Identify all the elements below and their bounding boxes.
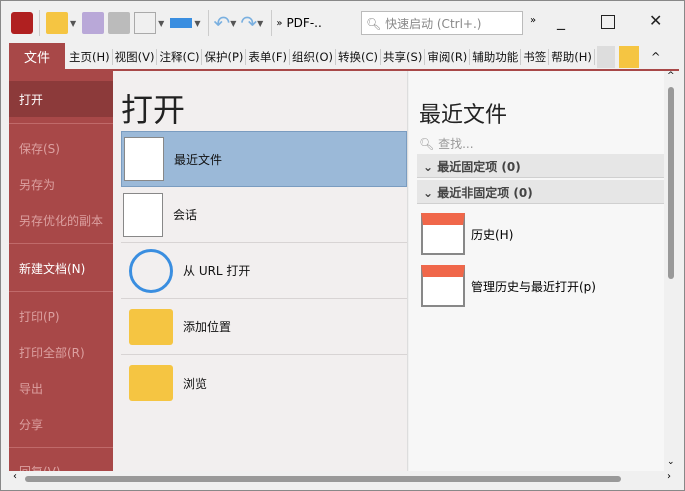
history-item[interactable]: 历史(H) [419, 211, 513, 257]
sidebar-item-save[interactable]: 保存(S) [9, 140, 113, 157]
maximize-button[interactable] [601, 15, 615, 29]
tab-organize[interactable]: 组织(O) [290, 48, 337, 65]
sidebar-item-share[interactable]: 分享 [9, 416, 113, 433]
tab-home[interactable]: 主页(H) [67, 48, 113, 65]
recent-files-title: 最近文件 [419, 103, 508, 128]
globe-link-icon [129, 248, 173, 293]
redo-icon[interactable]: ↷ [240, 11, 257, 35]
find-folder-icon[interactable] [618, 45, 639, 68]
calendar-icon [421, 213, 465, 255]
sidebar-item-reply[interactable]: 回复(V) [9, 463, 113, 471]
tab-protect[interactable]: 保护(P) [202, 48, 247, 65]
tab-form[interactable]: 表单(F) [246, 48, 290, 65]
file-sidebar: 打开 保存(S) 另存为 另存优化的副本 新建文档(N) 打印(P) 打印全部(… [9, 71, 113, 471]
collapse-ribbon-icon[interactable]: ^ [651, 50, 661, 64]
quick-launch-input[interactable]: 🔍︎ 快速启动 (Ctrl+.) [361, 11, 523, 35]
unpinned-group[interactable]: ⌄ 最近非固定项 (0) [417, 180, 664, 204]
add-location[interactable]: 添加位置 [121, 299, 407, 355]
recent-search-input[interactable]: 🔍︎ 查找... [419, 135, 474, 152]
sidebar-item-print[interactable]: 打印(P) [9, 308, 113, 325]
sidebar-item-open[interactable]: 打开 [9, 91, 113, 108]
open-folder-icon[interactable] [46, 12, 68, 34]
open-recent-files[interactable]: 最近文件 [121, 131, 407, 187]
print-icon[interactable] [108, 12, 131, 34]
sidebar-item-save-optimized[interactable]: 另存优化的副本 [9, 212, 113, 229]
sidebar-item-print-all[interactable]: 打印全部(R) [9, 344, 113, 361]
toolbar-overflow-icon[interactable]: » [530, 15, 536, 26]
close-button[interactable]: ✕ [649, 11, 662, 30]
app-logo-icon [11, 12, 33, 34]
recent-files-panel: 最近文件 🔍︎ 查找... ⌄ 最近固定项 (0) ⌄ 最近非固定项 (0) 历… [409, 71, 664, 471]
tab-help[interactable]: 帮助(H) [549, 48, 595, 65]
recent-files-icon [124, 137, 164, 181]
page-title: 打开 [121, 91, 186, 129]
minimize-button[interactable]: _ [557, 11, 565, 30]
search-icon: 🔍︎ [366, 17, 382, 31]
open-session[interactable]: 会话 [121, 187, 407, 243]
save-icon[interactable] [82, 12, 105, 34]
undo-icon[interactable]: ↶ [213, 11, 230, 35]
sidebar-item-export[interactable]: 导出 [9, 380, 113, 397]
tab-bookmarks[interactable]: 书签 [521, 48, 550, 65]
tab-share[interactable]: 共享(S) [381, 48, 426, 65]
pinned-group[interactable]: ⌄ 最近固定项 (0) [417, 154, 664, 178]
browse[interactable]: 浏览 [121, 355, 407, 411]
tab-accessibility[interactable]: 辅助功能 [470, 48, 522, 65]
ribbon-tabs: 文件 主页(H) 视图(V) 注释(C) 保护(P) 表单(F) 组织(O) 转… [9, 43, 661, 70]
session-icon [123, 192, 163, 237]
tab-convert[interactable]: 转换(C) [336, 48, 382, 65]
calendar-gear-icon [421, 265, 465, 307]
tab-review[interactable]: 审阅(R) [425, 48, 471, 65]
folder-icon [129, 365, 173, 401]
tab-file[interactable]: 文件 [9, 43, 65, 70]
sidebar-item-save-as[interactable]: 另存为 [9, 176, 113, 193]
vertical-scrollbar[interactable]: ^ ⌄ [664, 71, 679, 471]
add-folder-icon [129, 308, 173, 345]
horizontal-scrollbar[interactable]: ‹ › [9, 471, 679, 486]
find-document-icon[interactable] [596, 45, 615, 68]
sidebar-item-new-document[interactable]: 新建文档(N) [9, 260, 113, 277]
pdf-button[interactable]: PDF-.. [286, 16, 321, 30]
tab-view[interactable]: 视图(V) [113, 48, 158, 65]
manage-history-item[interactable]: 管理历史与最近打开(p) [419, 263, 596, 309]
open-from-url[interactable]: 从 URL 打开 [121, 243, 407, 299]
quick-access-toolbar: ▼ ▼ ▼ ↶ ▼ ↷ ▼ » PDF-.. [9, 7, 322, 39]
app-window: ▼ ▼ ▼ ↶ ▼ ↷ ▼ » PDF-.. 🔍︎ 快速启动 (Ctrl+.) » … [0, 0, 685, 491]
search-icon: 🔍︎ [419, 137, 435, 151]
tab-comment[interactable]: 注释(C) [157, 48, 203, 65]
open-panel: 打开 最近文件 会话 从 URL 打开 添加位置 浏览 [113, 71, 408, 471]
overflow-icon[interactable]: » [276, 18, 282, 29]
scan-icon[interactable] [170, 18, 193, 28]
email-icon[interactable] [134, 12, 157, 34]
